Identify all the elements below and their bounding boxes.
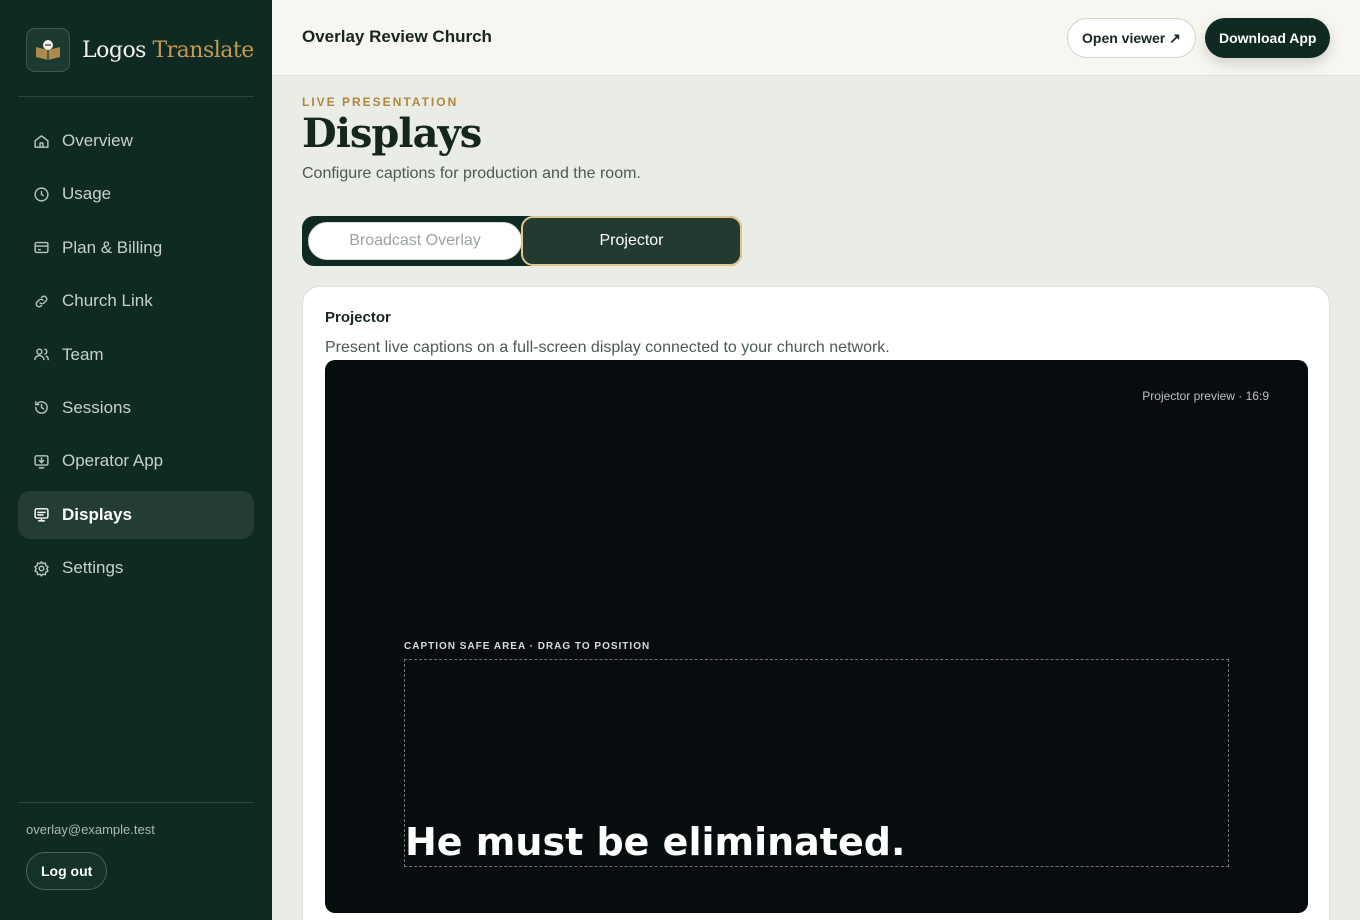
sidebar-item-label: Displays bbox=[62, 504, 132, 524]
sidebar-item-overview[interactable]: Overview bbox=[18, 117, 254, 165]
sidebar-item-label: Sessions bbox=[62, 397, 131, 417]
tab-projector[interactable]: Projector bbox=[521, 216, 742, 266]
history-icon bbox=[32, 399, 50, 417]
sidebar-item-displays[interactable]: Displays bbox=[18, 490, 254, 539]
sidebar-item-operator-app[interactable]: Operator App bbox=[18, 437, 254, 485]
download-app-button[interactable]: Download App bbox=[1205, 18, 1331, 58]
logo-icon bbox=[26, 28, 70, 72]
sidebar-divider-top bbox=[18, 96, 254, 97]
sidebar-divider-bottom bbox=[18, 802, 254, 803]
sidebar: Logos Translate Overview Usage Plan & Bi… bbox=[0, 0, 272, 920]
sidebar-item-usage[interactable]: Usage bbox=[18, 170, 254, 218]
sidebar-item-label: Overview bbox=[62, 131, 133, 150]
sidebar-item-sessions[interactable]: Sessions bbox=[18, 384, 254, 432]
card-title: Projector bbox=[325, 309, 391, 326]
preview-label: Projector preview · 16:9 bbox=[1142, 389, 1269, 403]
open-viewer-button[interactable]: Open viewer ↗ bbox=[1067, 18, 1196, 58]
download-monitor-icon bbox=[32, 452, 50, 470]
brand[interactable]: Logos Translate bbox=[26, 27, 254, 73]
logout-button[interactable]: Log out bbox=[26, 852, 108, 890]
page-title: Displays bbox=[302, 110, 482, 157]
tab-broadcast-overlay[interactable]: Broadcast Overlay bbox=[308, 222, 522, 260]
sidebar-item-settings[interactable]: Settings bbox=[18, 544, 254, 592]
sidebar-nav: Overview Usage Plan & Billing Church Lin… bbox=[18, 117, 254, 598]
top-bar: Overlay Review Church Open viewer ↗ Down… bbox=[272, 0, 1360, 76]
sidebar-item-label: Usage bbox=[62, 184, 112, 204]
brand-name-accent: Translate bbox=[152, 37, 254, 63]
home-icon bbox=[32, 132, 50, 150]
caption-text: He must be eliminated. bbox=[405, 820, 906, 864]
sidebar-item-plan-billing[interactable]: Plan & Billing bbox=[18, 224, 254, 272]
sidebar-item-label: Operator App bbox=[62, 451, 164, 471]
clock-icon bbox=[32, 185, 50, 203]
safe-area-label: CAPTION SAFE AREA · DRAG TO POSITION bbox=[404, 641, 651, 652]
caption-safe-area[interactable]: He must be eliminated. bbox=[404, 659, 1229, 867]
sidebar-item-label: Church Link bbox=[62, 291, 153, 311]
page-subtitle: Configure captions for production and th… bbox=[302, 165, 641, 182]
sidebar-item-label: Plan & Billing bbox=[62, 237, 163, 257]
credit-card-icon bbox=[32, 239, 50, 257]
brand-name: Logos Translate bbox=[82, 38, 254, 63]
user-email: overlay@example.test bbox=[26, 822, 155, 837]
display-icon bbox=[32, 506, 50, 524]
users-icon bbox=[32, 346, 50, 364]
church-name: Overlay Review Church bbox=[302, 27, 492, 46]
sidebar-item-team[interactable]: Team bbox=[18, 331, 254, 379]
projector-preview: Projector preview · 16:9 CAPTION SAFE AR… bbox=[325, 360, 1308, 913]
card-description: Present live captions on a full-screen d… bbox=[325, 339, 890, 356]
sidebar-item-label: Team bbox=[62, 344, 104, 364]
projector-card: Projector Present live captions on a ful… bbox=[302, 286, 1330, 920]
sidebar-item-church-link[interactable]: Church Link bbox=[18, 277, 254, 325]
display-mode-tabs: Broadcast Overlay Projector bbox=[302, 216, 742, 266]
sidebar-item-label: Settings bbox=[62, 558, 124, 578]
link-icon bbox=[32, 292, 50, 310]
page-eyebrow: LIVE PRESENTATION bbox=[302, 95, 459, 109]
brand-name-primary: Logos bbox=[82, 37, 146, 63]
gear-icon bbox=[32, 559, 50, 577]
